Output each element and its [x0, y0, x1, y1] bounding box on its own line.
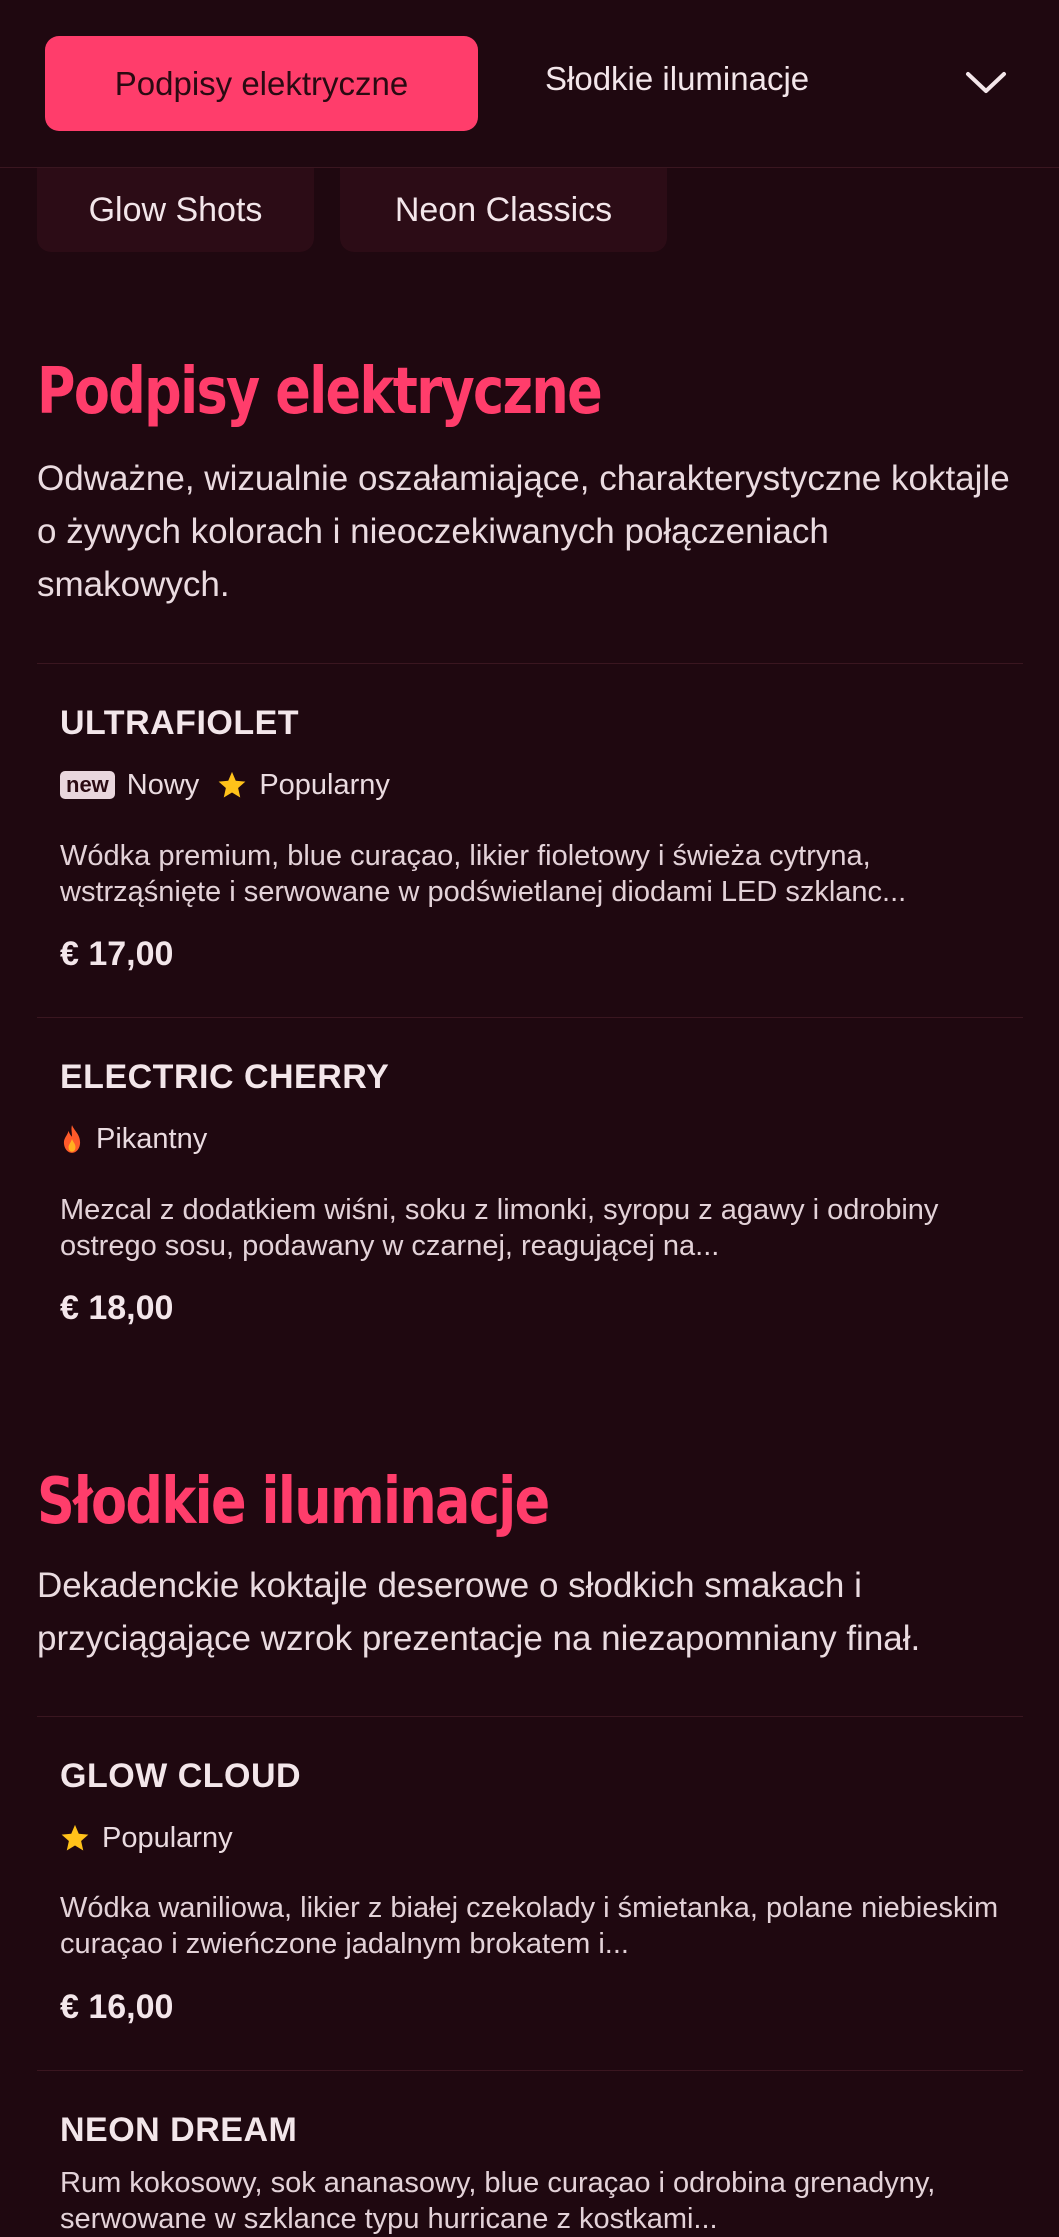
tag-spicy-label: Pikantny — [96, 1122, 208, 1155]
chevron-down-icon[interactable] — [956, 58, 1016, 108]
section-title-podpisy: Podpisy elektryczne — [37, 355, 603, 429]
item-tags: new Nowy Popularny — [60, 765, 390, 805]
section-description: Odważne, wizualnie oszałamiające, charak… — [37, 459, 1010, 604]
tab-podpisy-elektryczne[interactable]: Podpisy elektryczne — [45, 36, 478, 131]
section-title-slodkie: Słodkie iluminacje — [37, 1465, 550, 1539]
star-icon — [61, 1824, 89, 1851]
item-price: € 17,00 — [60, 935, 174, 973]
item-description: Mezcal z dodatkiem wiśni, soku z limonki… — [60, 1194, 939, 1262]
item-description: Rum kokosowy, sok ananasowy, blue curaça… — [60, 2167, 936, 2235]
item-name: ELECTRIC CHERRY — [60, 1058, 390, 1096]
item-price: € 18,00 — [60, 1289, 174, 1327]
item-tags: Popularny — [60, 1818, 233, 1858]
item-name: ULTRAFIOLET — [60, 704, 300, 742]
tag-new-label: Nowy — [126, 768, 200, 801]
item-description: Wódka premium, blue curaçao, likier fiol… — [60, 840, 907, 908]
item-price: € 16,00 — [60, 1988, 174, 2026]
section-description: Dekadenckie koktajle deserowe o słodkich… — [37, 1566, 921, 1658]
divider — [37, 1716, 1023, 1717]
tag-popular-label: Popularny — [102, 1821, 233, 1854]
tag-popular-label: Popularny — [259, 768, 390, 801]
category-nav-bar: Podpisy elektryczne Słodkie iluminacje — [0, 0, 1059, 168]
tab-slodkie-iluminacje[interactable]: Słodkie iluminacje — [545, 60, 809, 110]
divider — [37, 2070, 1023, 2071]
item-description: Wódka waniliowa, likier z białej czekola… — [60, 1892, 999, 1960]
pill-glow-shots[interactable]: Glow Shots — [37, 168, 314, 252]
star-icon — [218, 771, 246, 798]
divider — [37, 1017, 1023, 1018]
item-tags: Pikantny — [60, 1119, 207, 1159]
pill-neon-classics[interactable]: Neon Classics — [340, 168, 667, 252]
item-name: GLOW CLOUD — [60, 1757, 302, 1795]
item-name: NEON DREAM — [60, 2111, 298, 2149]
divider — [37, 663, 1023, 664]
new-badge: new — [60, 771, 115, 799]
flame-icon — [63, 1125, 81, 1153]
